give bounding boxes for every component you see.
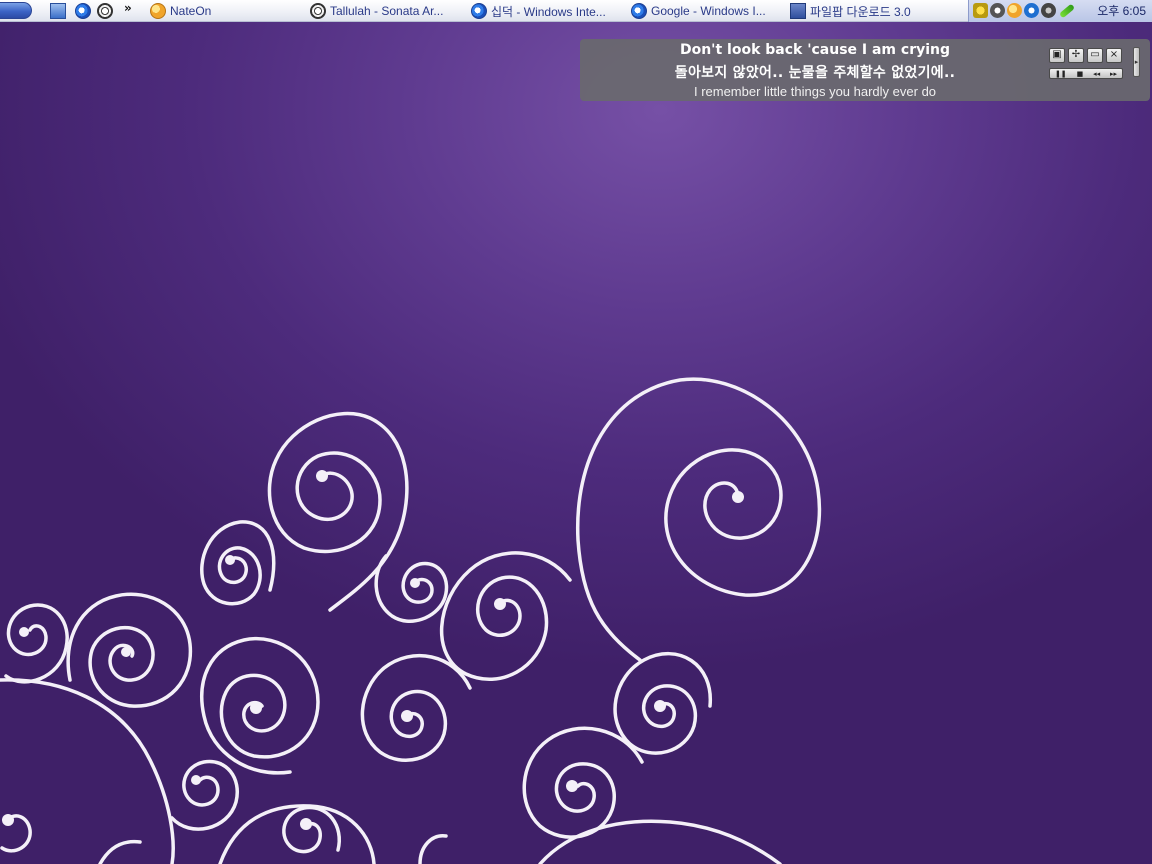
internet-explorer-icon bbox=[471, 3, 487, 19]
taskbar: » NateOn Tallulah - Sonata Ar... 십덕 - Wi… bbox=[0, 0, 1152, 22]
security-shield-icon[interactable] bbox=[973, 3, 988, 18]
task-button-tallulah[interactable]: Tallulah - Sonata Ar... bbox=[310, 1, 460, 21]
network-tray-icon[interactable] bbox=[1024, 3, 1039, 18]
nateon-icon bbox=[150, 3, 166, 19]
lyric-line-current-korean: 돌아보지 않았어.. 눈물을 주체할수 없었기에.. bbox=[674, 65, 956, 81]
lyrics-close-button[interactable]: × bbox=[1106, 48, 1122, 63]
media-player-icon bbox=[310, 3, 326, 19]
messenger-tray-icon[interactable] bbox=[1007, 3, 1022, 18]
task-button-filepop[interactable]: 파일팝 다운로드 3.0 bbox=[790, 1, 960, 21]
internet-explorer-icon bbox=[631, 3, 647, 19]
task-button-nateon[interactable]: NateOn bbox=[150, 1, 300, 21]
start-button[interactable] bbox=[0, 2, 32, 19]
panel-expand-grip[interactable]: ▸ bbox=[1133, 47, 1140, 77]
music-player-tray-icon[interactable] bbox=[990, 3, 1005, 18]
quicklaunch-overflow-chevron[interactable]: » bbox=[124, 1, 132, 15]
media-player-icon[interactable] bbox=[97, 3, 113, 19]
usb-device-tray-icon[interactable] bbox=[1058, 3, 1076, 19]
download-app-icon bbox=[790, 3, 806, 19]
lyric-line-next: I remember little things you hardly ever… bbox=[693, 84, 937, 99]
wallpaper-swirls bbox=[0, 377, 822, 864]
lyrics-mode-button[interactable]: ▣ bbox=[1049, 48, 1065, 63]
task-button-label: 파일팝 다운로드 3.0 bbox=[810, 4, 911, 19]
previous-button[interactable]: ◂◂ bbox=[1093, 70, 1100, 78]
task-button-label: 십덕 - Windows Inte... bbox=[491, 4, 606, 19]
task-button-label: Tallulah - Sonata Ar... bbox=[330, 4, 444, 18]
lyric-line-current-english: Don't look back 'cause I am crying bbox=[679, 42, 951, 58]
internet-explorer-icon[interactable] bbox=[75, 3, 91, 19]
lyrics-minimize-button[interactable]: ▭ bbox=[1087, 48, 1103, 63]
clock[interactable]: 오후 6:05 bbox=[1097, 0, 1146, 22]
transport-controls: ❚❚ ■ ◂◂ ▸▸ bbox=[1049, 68, 1123, 79]
pause-button[interactable]: ❚❚ bbox=[1055, 70, 1067, 78]
task-button-ie-google[interactable]: Google - Windows I... bbox=[631, 1, 781, 21]
lyrics-move-button[interactable]: ✢ bbox=[1068, 48, 1084, 63]
volume-tray-icon[interactable] bbox=[1041, 3, 1056, 18]
system-tray: 오후 6:05 bbox=[968, 0, 1152, 22]
task-button-ie-sipdeok[interactable]: 십덕 - Windows Inte... bbox=[471, 1, 621, 21]
next-button[interactable]: ▸▸ bbox=[1110, 70, 1117, 78]
lyrics-panel[interactable]: Don't look back 'cause I am crying 돌아보지 … bbox=[580, 39, 1150, 101]
stop-button[interactable]: ■ bbox=[1077, 70, 1084, 78]
task-button-label: NateOn bbox=[170, 4, 212, 18]
show-desktop-icon[interactable] bbox=[50, 3, 66, 19]
desktop[interactable]: » NateOn Tallulah - Sonata Ar... 십덕 - Wi… bbox=[0, 0, 1152, 864]
task-button-label: Google - Windows I... bbox=[651, 4, 766, 18]
